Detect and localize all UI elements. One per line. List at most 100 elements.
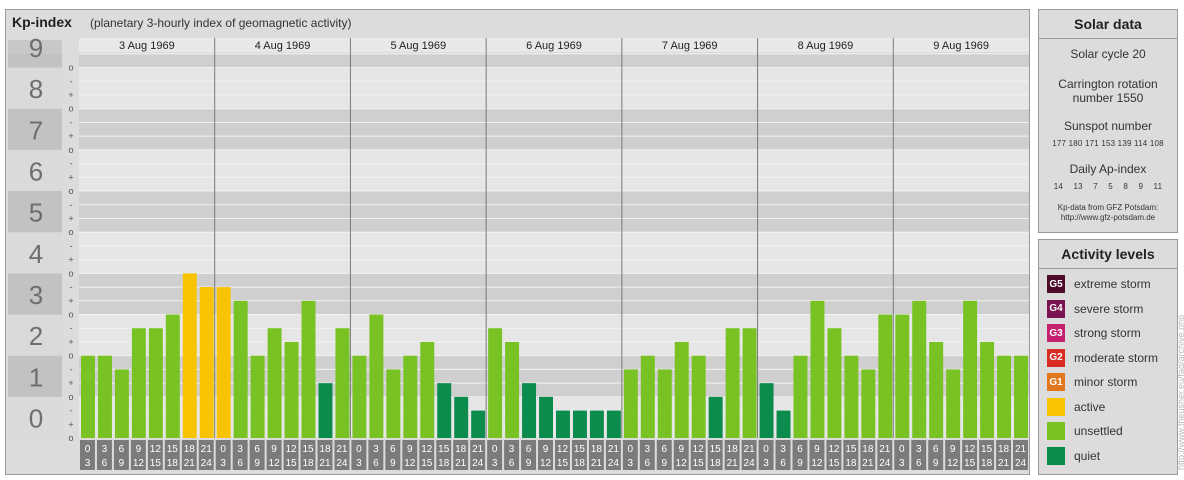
interval-start-label: 18 (862, 444, 874, 455)
kp-bar (352, 355, 367, 438)
kp-bar (810, 300, 825, 438)
y-minor-label: + (68, 131, 73, 141)
kp-bar (980, 341, 995, 438)
legend-swatch (1047, 397, 1065, 416)
legend-item: G3 strong storm (1047, 323, 1141, 343)
day-label: 8 Aug 1969 (798, 40, 854, 52)
interval-end-label: 9 (254, 458, 260, 469)
y-minor-label: o (68, 351, 73, 361)
kp-bar (556, 410, 570, 438)
legend-swatch: G5 (1047, 275, 1065, 293)
interval-start-label: 0 (628, 444, 634, 455)
interval-end-label: 24 (201, 458, 213, 469)
kp-bar (471, 410, 486, 438)
legend-item: quiet (1047, 446, 1100, 466)
activity-levels-panel: Activity levels G5 extreme storm G4 severe … (1038, 239, 1178, 475)
interval-start-label: 9 (950, 444, 956, 455)
y-major-label: 6 (29, 156, 43, 186)
day-label: 4 Aug 1969 (255, 40, 311, 52)
y-major-label: 4 (29, 239, 43, 269)
interval-end-label: 21 (727, 458, 739, 469)
interval-end-label: 21 (862, 458, 874, 469)
kp-bar (284, 341, 299, 438)
kp-bar (420, 341, 435, 438)
interval-end-label: 21 (455, 458, 467, 469)
solar-cycle: Solar cycle 20 (1070, 47, 1146, 61)
interval-end-label: 21 (998, 458, 1010, 469)
credit-line1: Kp-data from GFZ Potsdam: (1057, 203, 1159, 212)
kp-band (79, 149, 1029, 192)
y-minor-label: o (68, 104, 73, 114)
y-major-label: 8 (29, 74, 43, 104)
kp-bar (963, 300, 978, 438)
kp-band (79, 67, 1029, 109)
kp-bar (589, 410, 604, 438)
kp-band (79, 54, 1029, 68)
kp-bar (742, 328, 757, 438)
kp-bar (403, 355, 418, 438)
kp-bar (454, 396, 469, 438)
interval-end-label: 15 (421, 458, 433, 469)
interval-end-label: 3 (899, 458, 905, 469)
y-minor-label: o (68, 227, 73, 237)
interval-end-label: 6 (373, 458, 379, 469)
legend-swatch (1047, 422, 1065, 440)
interval-start-label: 15 (710, 444, 722, 455)
y-minor-label: - (70, 159, 73, 169)
legend-item: G2 moderate storm (1047, 348, 1158, 368)
interval-start-label: 15 (438, 444, 450, 455)
y-major-label: 7 (29, 115, 43, 145)
kp-bar (759, 383, 774, 438)
y-minor-label: + (68, 419, 73, 429)
kp-chart: 3 Aug 1969 4 Aug 1969 5 Aug 1969 6 Aug 1969… (8, 33, 1029, 470)
y-minor-label: - (70, 282, 73, 292)
interval-end-label: 24 (744, 458, 756, 469)
kp-bar (369, 314, 384, 438)
interval-start-label: 12 (828, 444, 840, 455)
legend-label: moderate storm (1074, 350, 1159, 365)
interval-end-label: 18 (167, 458, 179, 469)
y-minor-label: - (70, 200, 73, 210)
kp-bar (657, 369, 672, 438)
interval-end-label: 15 (693, 458, 705, 469)
kp-bar (1014, 355, 1028, 438)
interval-end-label: 18 (981, 458, 993, 469)
y-minor-label: - (70, 323, 73, 333)
y-minor-label: + (68, 90, 73, 100)
interval-end-label: 6 (780, 458, 786, 469)
interval-end-label: 18 (710, 458, 722, 469)
source-watermark: http://www.theusner.eu/faq/archive.php (1176, 314, 1184, 470)
interval-start-label: 12 (285, 444, 297, 455)
kp-bar (182, 273, 197, 438)
chart-subtitle: (planetary 3-hourly index of geomagnetic… (90, 16, 352, 30)
legend-swatch (1047, 446, 1065, 465)
interval-end-label: 6 (916, 458, 922, 469)
interval-start-label: 21 (608, 444, 620, 455)
day-label: 9 Aug 1969 (933, 40, 989, 52)
interval-end-label: 6 (645, 458, 651, 469)
interval-start-label: 18 (455, 444, 467, 455)
kp-bar (250, 355, 265, 438)
interval-start-label: 21 (201, 444, 213, 455)
interval-start-label: 0 (899, 444, 905, 455)
kp-bar (114, 369, 129, 438)
kp-band (79, 191, 1029, 233)
interval-start-label: 0 (492, 444, 498, 455)
interval-end-label: 12 (811, 458, 823, 469)
kp-bar (233, 300, 248, 438)
interval-end-label: 6 (237, 458, 243, 469)
interval-end-label: 9 (933, 458, 939, 469)
interval-end-label: 3 (220, 458, 226, 469)
interval-start-label: 3 (237, 444, 243, 455)
interval-end-label: 24 (472, 458, 484, 469)
kp-band (79, 108, 1029, 150)
kp-bar (437, 383, 452, 438)
interval-start-label: 3 (102, 444, 108, 455)
legend-label: active (1074, 399, 1106, 414)
sunspot-title: Sunspot number (1063, 119, 1153, 133)
y-major-label: 3 (29, 280, 43, 310)
interval-end-label: 6 (509, 458, 515, 469)
interval-start-label: 3 (509, 444, 515, 455)
interval-start-label: 3 (373, 444, 379, 455)
interval-end-label: 18 (574, 458, 586, 469)
